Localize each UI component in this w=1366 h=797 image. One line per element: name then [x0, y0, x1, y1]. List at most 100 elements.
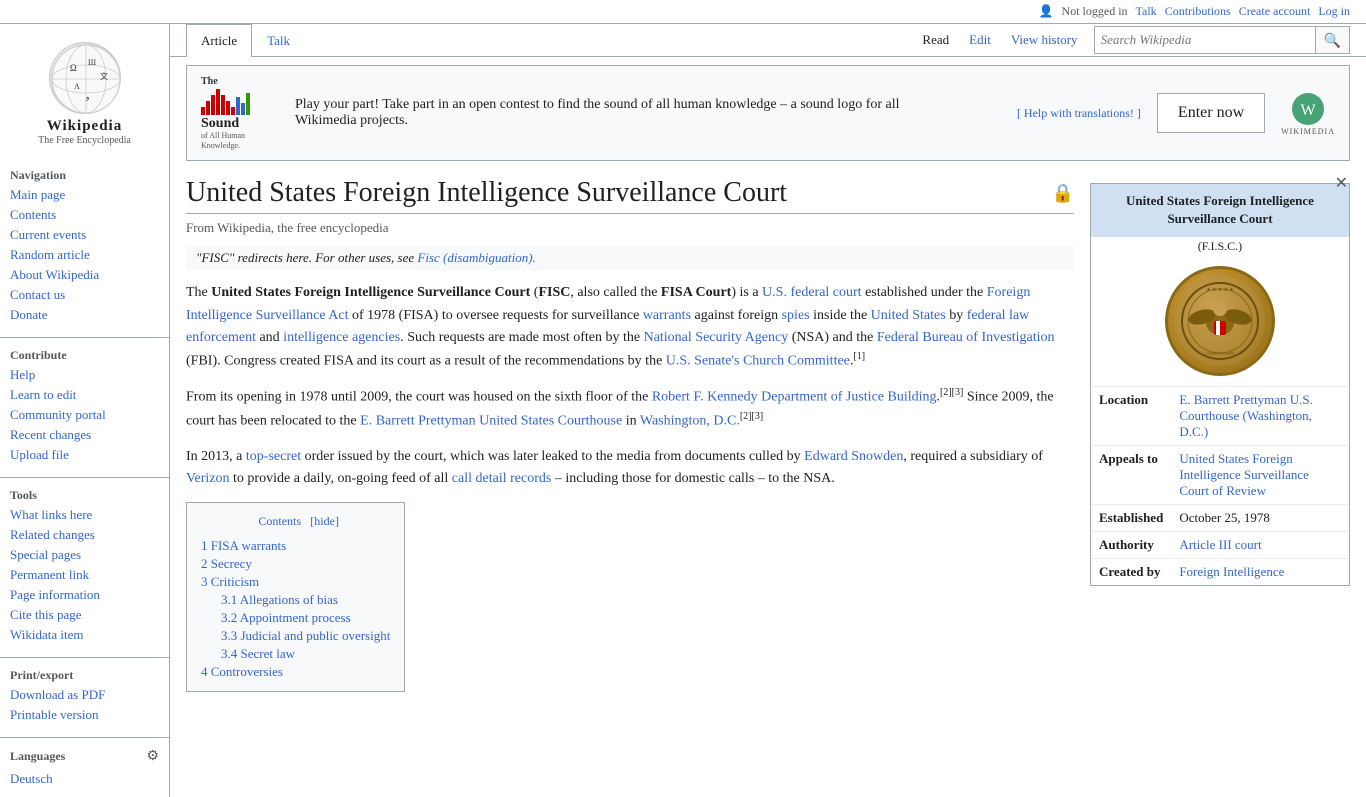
log-in-link[interactable]: Log in — [1318, 4, 1350, 19]
sidebar-item-special-pages[interactable]: Special pages — [0, 545, 169, 565]
lock-icon: 🔒 — [1052, 183, 1074, 204]
sidebar-item-donate[interactable]: Donate — [0, 305, 169, 325]
link-church-committee[interactable]: U.S. Senate's Church Committee — [666, 354, 850, 369]
link-warrants[interactable]: warrants — [643, 308, 691, 323]
toc-item-3[interactable]: 3 Criticism — [201, 573, 390, 591]
link-prettyman-courthouse[interactable]: E. Barrett Prettyman United States Court… — [360, 414, 622, 429]
wikipedia-logo[interactable]: Ω Ш 文 A و Wikipedia The Free Encyclopedi… — [0, 32, 169, 156]
infobox-title: United States Foreign IntelligenceSurvei… — [1091, 184, 1349, 236]
user-icon: 👤 — [1039, 4, 1054, 19]
tab-read[interactable]: Read — [918, 24, 953, 56]
sidebar-item-cite-this-page[interactable]: Cite this page — [0, 605, 169, 625]
top-bar: 👤 Not logged in Talk Contributions Creat… — [0, 0, 1366, 24]
contribute-title: Contribute — [0, 344, 169, 365]
tab-edit[interactable]: Edit — [965, 24, 995, 56]
link-call-detail-records[interactable]: call detail records — [452, 471, 552, 486]
svg-text:★ ★ ★ ★ ★: ★ ★ ★ ★ ★ — [1206, 287, 1234, 293]
tab-view-history[interactable]: View history — [1007, 24, 1082, 56]
link-nsa[interactable]: National Security Agency — [644, 330, 789, 345]
svg-text:و: و — [85, 93, 89, 101]
create-account-link[interactable]: Create account — [1239, 4, 1311, 19]
sidebar-item-contact-us[interactable]: Contact us — [0, 285, 169, 305]
infobox-label-created-by: Created by — [1091, 558, 1171, 585]
link-federal-court[interactable]: U.S. federal court — [762, 285, 862, 300]
sidebar-item-recent-changes[interactable]: Recent changes — [0, 425, 169, 445]
link-us[interactable]: United States — [871, 308, 946, 323]
wikipedia-title: Wikipedia — [38, 118, 131, 135]
toc-item-3-3[interactable]: 3.3 Judicial and public oversight — [201, 627, 390, 645]
sidebar-item-what-links-here[interactable]: What links here — [0, 505, 169, 525]
sidebar-item-upload-file[interactable]: Upload file — [0, 445, 169, 465]
sidebar-item-related-changes[interactable]: Related changes — [0, 525, 169, 545]
svg-text:Ω: Ω — [70, 63, 77, 73]
svg-text:文: 文 — [100, 71, 108, 81]
search-button[interactable]: 🔍 — [1315, 27, 1349, 53]
wikimedia-symbol-svg: W — [1290, 91, 1326, 127]
link-rfk-building[interactable]: Robert F. Kennedy Department of Justice … — [652, 390, 937, 405]
toc-item-3-4[interactable]: 3.4 Secret law — [201, 645, 390, 663]
article-body: United States Foreign Intelligence Surve… — [186, 177, 1090, 704]
toc-item-3-1[interactable]: 3.1 Allegations of bias — [201, 591, 390, 609]
toc-item-4[interactable]: 4 Controversies — [201, 663, 390, 681]
sidebar-item-current-events[interactable]: Current events — [0, 225, 169, 245]
seal-image: ★ ★ ★ ★ ★ UNITED STATES — [1175, 276, 1265, 366]
sidebar-item-deutsch[interactable]: Deutsch — [0, 769, 169, 789]
sidebar-item-community-portal[interactable]: Community portal — [0, 405, 169, 425]
sidebar-item-printable-version[interactable]: Printable version — [0, 705, 169, 725]
infobox-row-authority: Authority Article III court — [1091, 531, 1349, 558]
banner-text: Play your part! Take part in an open con… — [295, 97, 915, 129]
link-snowden[interactable]: Edward Snowden — [804, 449, 903, 464]
infobox-row-created-by: Created by Foreign Intelligence — [1091, 558, 1349, 585]
link-intelligence-agencies[interactable]: intelligence agencies — [283, 330, 400, 345]
talk-link[interactable]: Talk — [1136, 4, 1157, 19]
infobox-seal: ★ ★ ★ ★ ★ UNITED STATES — [1091, 256, 1349, 386]
promotion-banner: The — [186, 65, 1350, 161]
contribute-section: Contribute Help Learn to edit Community … — [0, 344, 169, 465]
help-translations-link[interactable]: [ Help with translations! ] — [1017, 106, 1141, 121]
sidebar-item-permanent-link[interactable]: Permanent link — [0, 565, 169, 585]
sidebar-item-main-page[interactable]: Main page — [0, 185, 169, 205]
tab-talk[interactable]: Talk — [252, 24, 305, 57]
infobox-value-location: E. Barrett Prettyman U.S. Courthouse (Wa… — [1171, 386, 1349, 445]
sidebar-item-about-wikipedia[interactable]: About Wikipedia — [0, 265, 169, 285]
toc-title: Contents [hide] — [201, 513, 390, 529]
svg-text:Ш: Ш — [88, 58, 96, 67]
gear-icon[interactable]: ⚙ — [146, 748, 159, 765]
sidebar-item-download-pdf[interactable]: Download as PDF — [0, 685, 169, 705]
article-paragraph-2: From its opening in 1978 until 2009, the… — [186, 385, 1074, 433]
languages-header: Languages ⚙ — [0, 744, 169, 769]
redirect-link[interactable]: Fisc (disambiguation). — [417, 250, 535, 265]
toc-item-2[interactable]: 2 Secrecy — [201, 555, 390, 573]
search-input[interactable] — [1095, 30, 1315, 50]
wikimedia-text: WIKIMEDIA — [1281, 127, 1335, 136]
article-title: United States Foreign Intelligence Surve… — [186, 177, 1074, 214]
link-top-secret[interactable]: top-secret — [246, 449, 301, 464]
toc-hide-link[interactable]: [hide] — [310, 514, 339, 528]
sidebar-item-help[interactable]: Help — [0, 365, 169, 385]
sidebar-item-contents[interactable]: Contents — [0, 205, 169, 225]
infobox-row-appeals: Appeals to United States Foreign Intelli… — [1091, 445, 1349, 504]
toc-item-1[interactable]: 1 FISA warrants — [201, 537, 390, 555]
contributions-link[interactable]: Contributions — [1165, 4, 1231, 19]
sidebar-item-learn-to-edit[interactable]: Learn to edit — [0, 385, 169, 405]
enter-now-button[interactable]: Enter now — [1157, 93, 1265, 133]
link-fbi[interactable]: Federal Bureau of Investigation — [877, 330, 1055, 345]
toc-item-3-2[interactable]: 3.2 Appointment process — [201, 609, 390, 627]
article-paragraph-3: In 2013, a top-secret order issued by th… — [186, 446, 1074, 491]
tab-article[interactable]: Article — [186, 24, 252, 57]
link-verizon[interactable]: Verizon — [186, 471, 230, 486]
infobox-value-created-by: Foreign Intelligence — [1171, 558, 1349, 585]
sound-logo: The — [201, 76, 281, 150]
link-washington-dc[interactable]: Washington, D.C. — [640, 414, 740, 429]
sidebar-item-wikidata-item[interactable]: Wikidata item — [0, 625, 169, 645]
banner-close-button[interactable]: ✕ — [1335, 173, 1348, 193]
page-content: United States Foreign Intelligence Surve… — [170, 169, 1366, 720]
svg-text:UNITED STATES: UNITED STATES — [1205, 351, 1235, 356]
infobox-value-appeals: United States Foreign Intelligence Surve… — [1171, 445, 1349, 504]
sidebar-item-page-information[interactable]: Page information — [0, 585, 169, 605]
infobox: United States Foreign IntelligenceSurvei… — [1090, 183, 1350, 585]
sidebar-item-random-article[interactable]: Random article — [0, 245, 169, 265]
svg-text:A: A — [74, 82, 80, 91]
link-spies[interactable]: spies — [782, 308, 810, 323]
infobox-value-authority: Article III court — [1171, 531, 1349, 558]
